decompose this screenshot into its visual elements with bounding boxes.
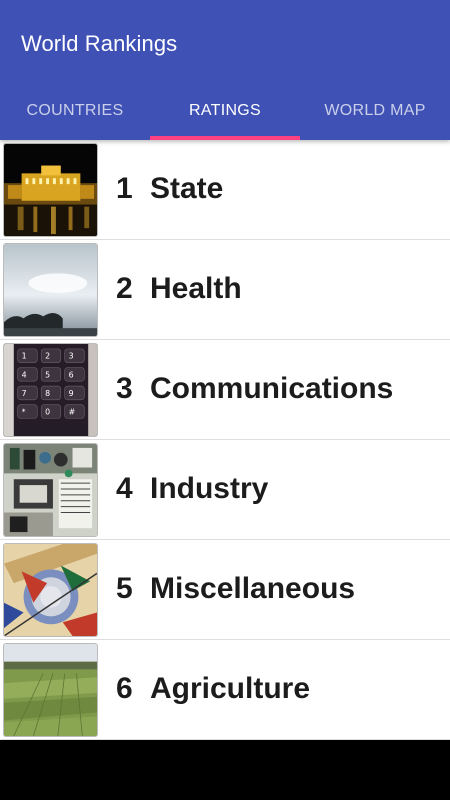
rank-number: 5 — [116, 572, 133, 605]
tab-ratings[interactable]: RATINGS — [150, 88, 300, 140]
svg-text:7: 7 — [22, 389, 27, 398]
rank-number: 3 — [116, 372, 133, 405]
list-item[interactable]: 2 Health — [0, 240, 450, 340]
list-item[interactable]: 4 Industry — [0, 440, 450, 540]
list-item[interactable]: 1 2 3 4 5 6 7 8 9 * 0 # 3 Communications — [0, 340, 450, 440]
phone-keypad-image: 1 2 3 4 5 6 7 8 9 * 0 # — [3, 343, 98, 437]
rank-number: 6 — [116, 672, 133, 705]
svg-text:2: 2 — [45, 352, 50, 361]
list-item[interactable]: 5 Miscellaneous — [0, 540, 450, 640]
category-label: Industry — [150, 472, 269, 505]
circuit-board-image — [3, 443, 98, 537]
rank-number: 1 — [116, 172, 133, 205]
svg-text:9: 9 — [69, 389, 74, 398]
svg-text:5: 5 — [45, 370, 50, 379]
tab-world-map[interactable]: WORLD MAP — [300, 88, 450, 140]
category-label: Agriculture — [150, 672, 311, 705]
field-image — [3, 643, 98, 737]
sea-sky-image — [3, 243, 98, 337]
category-label: Miscellaneous — [150, 572, 356, 605]
svg-text:4: 4 — [22, 370, 27, 379]
palace-at-night-image — [3, 143, 98, 237]
ratings-list: 1 State 2 Health 1 2 3 4 5 6 7 8 9 * 0 #… — [0, 140, 450, 740]
app-bar: World Rankings COUNTRIES RATINGS WORLD M… — [0, 0, 450, 140]
tab-countries[interactable]: COUNTRIES — [0, 88, 150, 140]
svg-text:#: # — [69, 407, 76, 416]
svg-text:6: 6 — [69, 370, 74, 379]
category-label: State — [150, 172, 224, 205]
category-label: Health — [150, 272, 242, 305]
svg-text:0: 0 — [45, 407, 50, 416]
app-window: World Rankings COUNTRIES RATINGS WORLD M… — [0, 0, 450, 740]
rank-number: 2 — [116, 272, 133, 305]
system-navigation-bar — [0, 740, 450, 800]
svg-text:3: 3 — [69, 352, 74, 361]
app-title: World Rankings — [21, 31, 178, 56]
list-item[interactable]: 6 Agriculture — [0, 640, 450, 740]
abstract-mosaic-image — [3, 543, 98, 637]
svg-text:8: 8 — [45, 389, 50, 398]
list-item[interactable]: 1 State — [0, 140, 450, 240]
category-label: Communications — [150, 372, 394, 405]
active-tab-indicator — [150, 136, 300, 140]
rank-number: 4 — [116, 472, 133, 505]
svg-text:1: 1 — [22, 352, 27, 361]
svg-text:*: * — [22, 407, 26, 416]
tab-bar: COUNTRIES RATINGS WORLD MAP — [0, 88, 450, 140]
